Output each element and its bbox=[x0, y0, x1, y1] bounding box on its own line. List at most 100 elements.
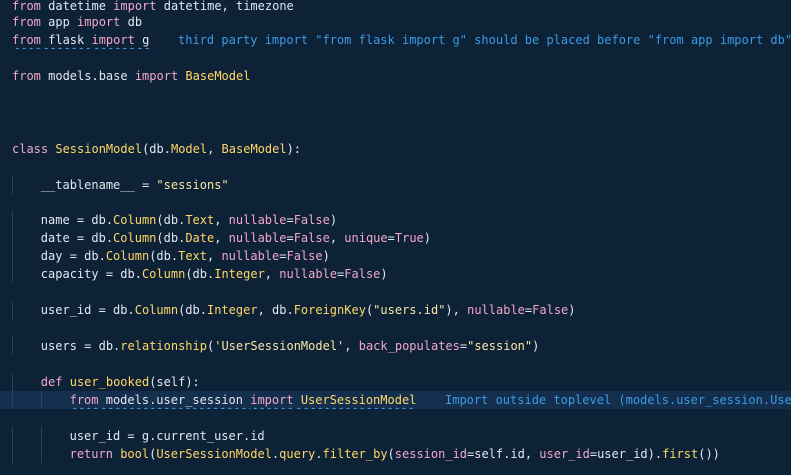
code-line[interactable]: capacity = db.Column(db.Integer, nullabl… bbox=[0, 265, 791, 283]
code-line[interactable]: return bool(UserSessionModel.query.filte… bbox=[0, 445, 791, 463]
indent-guide bbox=[40, 427, 42, 445]
code-line[interactable]: from app import db bbox=[0, 13, 791, 31]
code-line[interactable]: user_id = db.Column(db.Integer, db.Forei… bbox=[0, 301, 791, 319]
code-token: nullable bbox=[228, 231, 287, 245]
code-token: day = db. bbox=[40, 249, 106, 263]
code-token: __tablename__ = bbox=[40, 178, 157, 192]
code-text: from models.base import BaseModel bbox=[12, 67, 250, 85]
code-text: from flask import g bbox=[12, 31, 149, 49]
code-token: Column bbox=[113, 213, 157, 227]
code-token: = bbox=[387, 231, 395, 245]
code-token: BaseModel bbox=[221, 142, 287, 156]
code-token: False bbox=[344, 267, 381, 281]
indent-guide bbox=[12, 301, 13, 319]
code-token: first bbox=[662, 447, 699, 461]
lint-warning-underline[interactable]: from flask import g bbox=[12, 33, 149, 47]
code-token: False bbox=[293, 231, 330, 245]
code-token: nullable bbox=[221, 249, 280, 263]
code-token: (db. bbox=[156, 231, 186, 245]
code-token: False bbox=[293, 213, 330, 227]
code-token: from bbox=[12, 33, 41, 47]
code-token: Column bbox=[134, 303, 179, 317]
code-token: unique bbox=[344, 231, 388, 245]
indent-guide bbox=[12, 445, 13, 463]
code-token: =self.id, bbox=[467, 447, 540, 461]
code-token: ) bbox=[329, 213, 338, 227]
code-token: ) bbox=[322, 249, 330, 263]
code-token: name = db. bbox=[40, 213, 114, 227]
code-token: . bbox=[315, 447, 323, 461]
code-token: ()) bbox=[698, 447, 720, 461]
code-token: user_id = db. bbox=[40, 303, 135, 317]
indent-guide bbox=[40, 391, 42, 409]
code-text: name = db.Column(db.Text, nullable=False… bbox=[41, 211, 337, 229]
code-token: False bbox=[286, 249, 323, 263]
code-token: nullable bbox=[467, 303, 525, 317]
code-token: ( bbox=[387, 447, 395, 461]
code-token: (db. bbox=[178, 303, 207, 317]
code-text: day = db.Column(db.Text, nullable=False) bbox=[41, 247, 330, 265]
code-token: Integer bbox=[206, 303, 258, 317]
inline-diagnostic-hint: Import outside toplevel (models.user_ses… bbox=[445, 393, 791, 407]
code-token: "users.id" bbox=[373, 303, 446, 317]
code-token: def bbox=[40, 375, 63, 389]
code-token: = bbox=[286, 231, 294, 245]
code-line[interactable]: users = db.relationship('UserSessionMode… bbox=[0, 337, 791, 355]
code-text: capacity = db.Column(db.Integer, nullabl… bbox=[41, 265, 388, 283]
code-token: ) bbox=[568, 303, 576, 317]
code-token: from bbox=[69, 393, 99, 407]
code-token: True bbox=[394, 231, 424, 245]
code-token: , bbox=[214, 213, 229, 227]
code-line[interactable]: from models.base import BaseModel bbox=[0, 67, 791, 85]
code-token: from bbox=[12, 69, 41, 83]
code-token: =user_id). bbox=[589, 447, 663, 461]
code-token: (db. bbox=[142, 142, 171, 156]
code-token: UserSessionModel bbox=[156, 447, 272, 461]
code-token: import bbox=[134, 69, 179, 83]
code-token: Model bbox=[170, 142, 208, 156]
code-token: Column bbox=[105, 249, 150, 263]
code-token: filter_by bbox=[322, 447, 388, 461]
code-line[interactable]: name = db.Column(db.Text, nullable=False… bbox=[0, 211, 791, 229]
code-text: users = db.relationship('UserSessionMode… bbox=[41, 337, 540, 355]
code-line[interactable]: from flask import g third party import "f… bbox=[0, 31, 791, 49]
code-token: , bbox=[207, 249, 222, 263]
code-token: user_id = g.current_user.id bbox=[69, 429, 265, 443]
code-line[interactable]: __tablename__ = "sessions" bbox=[0, 176, 791, 194]
code-token: g bbox=[134, 33, 150, 47]
code-token: 'UserSessionModel' bbox=[214, 339, 345, 353]
indent-guide bbox=[12, 265, 13, 283]
code-editor[interactable]: from datetime import datetime, timezone f… bbox=[0, 0, 791, 475]
code-token: , db. bbox=[257, 303, 294, 317]
code-token: import bbox=[77, 15, 121, 29]
code-line[interactable]: user_id = g.current_user.id bbox=[0, 427, 791, 445]
code-text: __tablename__ = "sessions" bbox=[41, 176, 229, 194]
code-token: models.user_session bbox=[98, 393, 251, 407]
code-token: from bbox=[12, 15, 41, 29]
code-token: models.base bbox=[40, 69, 135, 83]
code-line[interactable]: day = db.Column(db.Text, nullable=False) bbox=[0, 247, 791, 265]
code-token: ) bbox=[380, 267, 388, 281]
code-text: date = db.Column(db.Date, nullable=False… bbox=[41, 229, 431, 247]
code-line[interactable]: from models.user_session import UserSess… bbox=[0, 391, 791, 409]
indent-guide bbox=[40, 445, 42, 463]
code-token: , bbox=[214, 231, 229, 245]
lint-warning-underline[interactable]: from models.user_session import UserSess… bbox=[70, 393, 417, 407]
code-text: user_id = db.Column(db.Integer, db.Forei… bbox=[41, 301, 576, 319]
code-token: query bbox=[279, 447, 316, 461]
code-line[interactable]: date = db.Column(db.Date, nullable=False… bbox=[0, 229, 791, 247]
indent-guide bbox=[12, 247, 13, 265]
code-token: , bbox=[207, 142, 222, 156]
code-token: app bbox=[40, 15, 78, 29]
code-token: back_populates bbox=[358, 339, 460, 353]
code-line[interactable]: def user_booked(self): bbox=[0, 373, 791, 391]
indent-guide bbox=[12, 337, 13, 355]
code-token: user_id bbox=[539, 447, 590, 461]
code-token: return bbox=[69, 447, 113, 461]
code-token: session_id bbox=[394, 447, 468, 461]
code-token: bool bbox=[120, 447, 150, 461]
code-token: (db. bbox=[149, 249, 179, 263]
code-text: user_id = g.current_user.id bbox=[70, 427, 265, 445]
code-line[interactable]: class SessionModel(db.Model, BaseModel): bbox=[0, 140, 791, 158]
